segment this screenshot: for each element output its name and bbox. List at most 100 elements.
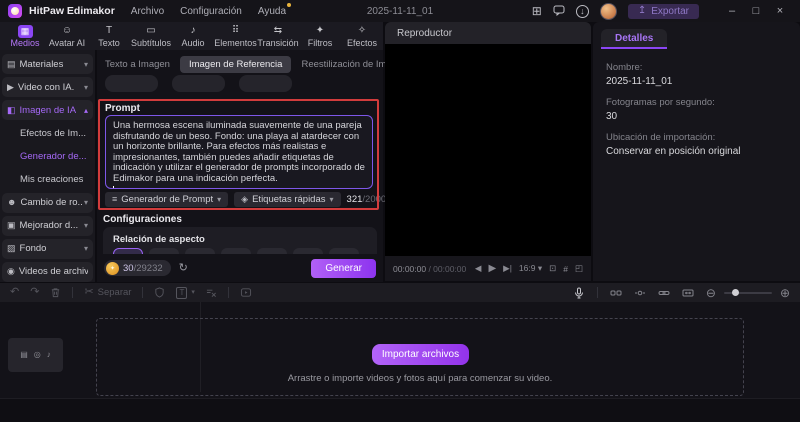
tab-elementos[interactable]: ⠿ Elementos: [214, 25, 257, 48]
chevron-down-icon: ▾: [83, 221, 88, 231]
settings-title: Configuraciones: [103, 214, 182, 225]
mask-button[interactable]: [154, 287, 165, 298]
maximize-button[interactable]: □: [744, 5, 768, 17]
background-icon: ▨: [7, 243, 16, 254]
text-tool-button[interactable]: T ▾: [176, 286, 195, 299]
menu-ayuda[interactable]: Ayuda: [258, 2, 292, 17]
subtab-texto-a-imagen[interactable]: Texto a Imagen: [103, 56, 172, 73]
fit-timeline-button[interactable]: [682, 287, 694, 299]
prev-frame-button[interactable]: ◀: [475, 263, 482, 274]
reference-slot[interactable]: [172, 75, 225, 92]
sidebar-item-mis-creaciones[interactable]: Mis creaciones: [2, 169, 93, 189]
record-voiceover-button[interactable]: [573, 287, 585, 299]
tab-filtros[interactable]: ✦ Filtros: [299, 25, 341, 48]
chevron-down-icon: ▾: [83, 244, 88, 254]
drop-hint: Arrastre o importe videos y fotos aquí p…: [287, 373, 553, 384]
toggle-mute-button[interactable]: ♪: [47, 351, 51, 359]
filters-icon: ✦: [315, 25, 325, 36]
current-time: 00:00:00: [393, 263, 427, 274]
generator-icon: ≡: [112, 194, 118, 204]
sidebar-item-mejorador-de-video[interactable]: ▣ Mejorador d... ▾: [2, 215, 93, 236]
tab-label: Efectos: [346, 37, 377, 48]
face-swap-icon: ☻: [7, 197, 17, 208]
text-icon: T: [105, 25, 113, 36]
sidebar-item-cambio-de-rostro[interactable]: ☻ Cambio de ro... ▾: [2, 192, 93, 213]
export-label: Exportar: [651, 5, 689, 17]
avatar[interactable]: [599, 2, 617, 20]
reference-slot[interactable]: [239, 75, 292, 92]
tab-efectos[interactable]: ✧ Efectos: [341, 25, 383, 48]
detail-field: Nombre: 2025-11-11_01: [606, 62, 790, 87]
tab-texto[interactable]: T Texto: [88, 25, 130, 48]
track-header: ▤ ◎ ♪: [8, 338, 63, 372]
zoom-slider-knob[interactable]: [731, 288, 739, 296]
refresh-icon[interactable]: ↻: [179, 262, 188, 274]
generate-button[interactable]: Generar: [311, 258, 376, 278]
menu-archivo[interactable]: Archivo: [131, 6, 164, 17]
link-button[interactable]: [658, 287, 670, 299]
sidebar-item-videos-de-archivo[interactable]: ◉ Videos de archivo: [2, 261, 93, 282]
quick-tags-button[interactable]: ◈ Etiquetas rápidas ▾: [234, 192, 341, 207]
zoom-out-button[interactable]: ⊖: [706, 287, 716, 299]
sidebar-item-label: Efectos de Im...: [20, 127, 86, 139]
crop-button[interactable]: #: [563, 264, 568, 274]
redo-button[interactable]: ↷: [30, 287, 39, 298]
reference-slot[interactable]: [105, 75, 158, 92]
sidebar-item-generador-de-imagen[interactable]: Generador de...: [2, 146, 93, 166]
tab-medios[interactable]: ▦ Medios: [4, 24, 46, 48]
sidebar-item-label: Imagen de IA: [19, 104, 77, 116]
speed-button[interactable]: [240, 287, 252, 298]
prompt-generator-label: Generador de Prompt: [121, 194, 214, 205]
prompt-textarea[interactable]: Una hermosa escena iluminada suavemente …: [105, 115, 373, 189]
minimize-button[interactable]: –: [720, 5, 744, 17]
play-button[interactable]: ▶: [488, 263, 496, 274]
export-button[interactable]: ↥ Exportar: [627, 3, 699, 19]
sidebar-item-label: Mejorador d...: [19, 220, 79, 232]
aspect-ratio-dropdown[interactable]: 16:9 ▾: [519, 263, 542, 274]
sidebar-item-fondo[interactable]: ▨ Fondo ▾: [2, 238, 93, 259]
sidebar-item-video-con-ia[interactable]: ▶ Video con IA. ▾: [2, 77, 93, 98]
sidebar-item-label: Videos de archivo: [18, 266, 88, 278]
zoom-slider[interactable]: [723, 288, 772, 296]
sidebar-item-label: Generador de...: [20, 150, 87, 162]
app-name: HitPaw Edimakor: [29, 5, 115, 17]
menu-configuracion[interactable]: Configuración: [180, 6, 242, 17]
tab-audio[interactable]: ♪ Audio: [172, 25, 214, 48]
snapshot-button[interactable]: ⊡: [549, 263, 556, 274]
tab-detalles[interactable]: Detalles: [601, 29, 668, 49]
sidebar-item-imagen-de-ia[interactable]: ◧ Imagen de IA ▴: [2, 100, 93, 121]
ai-video-icon: ▶: [7, 81, 14, 92]
split-button[interactable]: ✂ Separar: [84, 287, 131, 298]
char-limit: /2000: [362, 194, 387, 205]
chevron-down-icon: ▾: [329, 195, 334, 204]
credits-pill: ✦ 30/29232: [104, 260, 171, 276]
feedback-icon[interactable]: [553, 4, 565, 19]
tab-avatar-ai[interactable]: ☺ Avatar AI: [46, 25, 88, 48]
import-files-button[interactable]: Importar archivos: [372, 344, 469, 365]
details-panel: Detalles Nombre: 2025-11-11_01 Fotograma…: [593, 22, 800, 281]
subtab-imagen-de-referencia[interactable]: Imagen de Referencia: [179, 56, 292, 73]
tab-label: Medios: [10, 37, 40, 48]
magnet-button[interactable]: [610, 287, 622, 299]
app-logo-icon: [8, 4, 22, 18]
tts-button[interactable]: [206, 287, 217, 298]
duration: / 00:00:00: [426, 263, 467, 274]
sidebar-item-efectos-de-imagen[interactable]: Efectos de Im...: [2, 123, 93, 143]
tab-subtitulos[interactable]: ▭ Subtítulos: [130, 25, 172, 48]
layout-panels-icon[interactable]: ⊞: [532, 5, 542, 17]
close-button[interactable]: ×: [768, 5, 792, 17]
delete-button[interactable]: [50, 287, 61, 298]
toggle-visibility-button[interactable]: ◎: [34, 351, 41, 359]
scissors-icon: ✂: [84, 286, 94, 298]
sidebar-item-materiales[interactable]: ▤ Materiales ▾: [2, 54, 93, 75]
download-icon[interactable]: ↓: [575, 4, 589, 18]
next-frame-button[interactable]: ▶|: [503, 263, 512, 274]
prompt-generator-button[interactable]: ≡ Generador de Prompt ▾: [105, 192, 229, 207]
split-label: Separar: [97, 286, 132, 298]
auto-split-button[interactable]: [634, 287, 646, 299]
undo-button[interactable]: ↶: [10, 287, 19, 298]
chevron-down-icon: ▾: [217, 195, 222, 204]
zoom-in-button[interactable]: ⊕: [780, 287, 790, 299]
tab-transicion[interactable]: ⇆ Transición: [257, 25, 299, 48]
fullscreen-button[interactable]: ◰: [575, 263, 583, 274]
